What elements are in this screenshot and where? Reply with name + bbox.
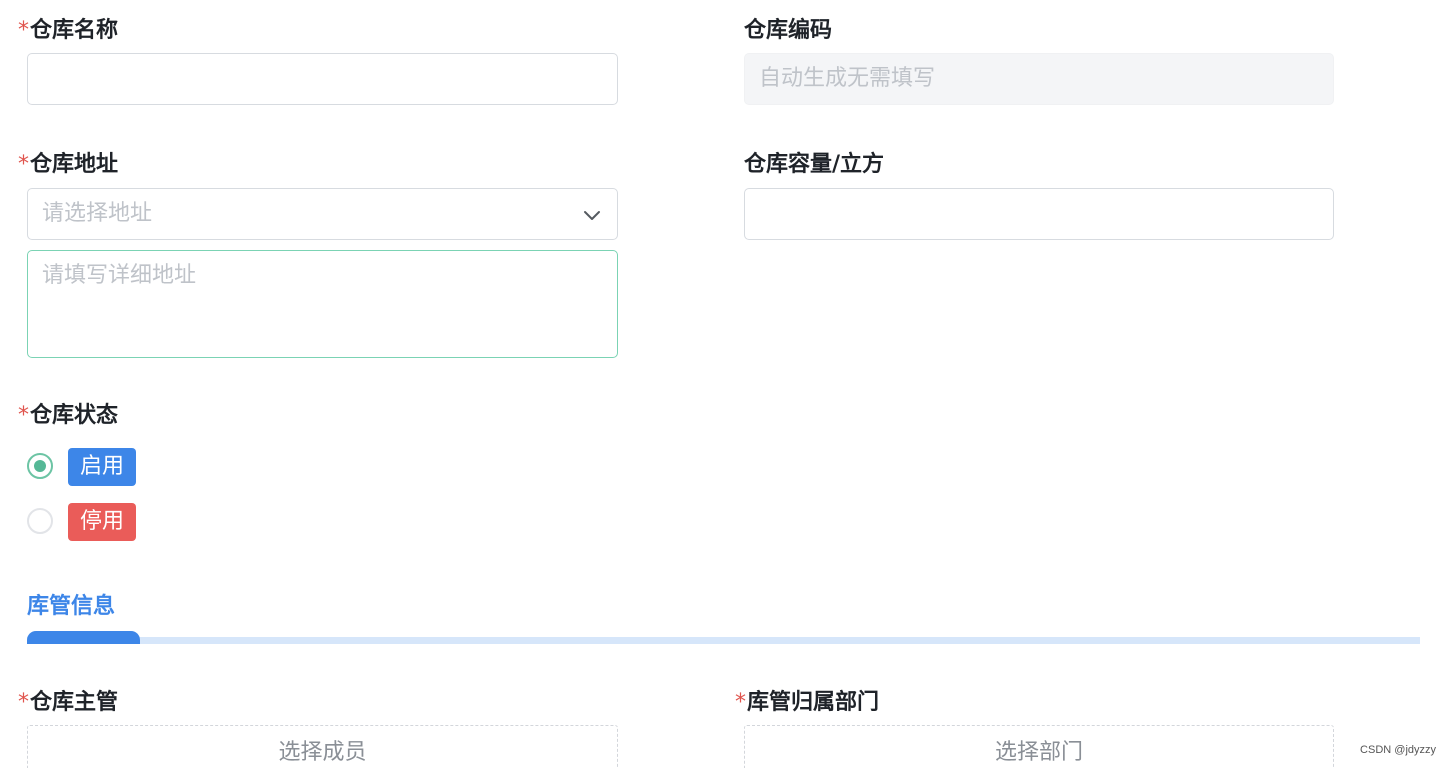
warehouse-capacity-label: 仓库容量/立方 — [744, 150, 884, 180]
required-mark: * — [18, 152, 29, 177]
warehouse-form: *仓库名称 仓库编码 自动生成无需填写 *仓库地址 请选择地址 请填写详细地址 … — [0, 0, 1452, 768]
warehouse-capacity-input[interactable] — [744, 188, 1334, 240]
warehouse-capacity-label-text: 仓库容量/立方 — [744, 152, 885, 177]
required-mark: * — [18, 690, 29, 715]
warehouse-code-label: 仓库编码 — [744, 16, 832, 46]
select-member-label: 选择成员 — [278, 740, 367, 765]
warehouse-status-label-text: 仓库状态 — [30, 403, 119, 428]
select-department-label: 选择部门 — [994, 740, 1083, 765]
section-title: 库管信息 — [27, 594, 116, 619]
chevron-down-icon[interactable] — [583, 206, 601, 224]
warehouse-code-input: 自动生成无需填写 — [744, 53, 1334, 105]
warehouse-name-label: *仓库名称 — [18, 16, 118, 46]
supervisor-label-text: 仓库主管 — [30, 690, 119, 715]
warehouse-status-label: *仓库状态 — [18, 401, 118, 431]
warehouse-name-label-text: 仓库名称 — [30, 18, 119, 43]
department-label-text: 库管归属部门 — [747, 690, 880, 715]
select-member-button[interactable]: 选择成员 — [27, 725, 618, 768]
address-detail-placeholder: 请填写详细地址 — [42, 263, 197, 288]
address-select[interactable]: 请选择地址 — [27, 188, 618, 240]
warehouse-address-label: *仓库地址 — [18, 150, 118, 180]
section-divider — [27, 637, 1420, 644]
required-mark: * — [18, 18, 29, 43]
department-label: *库管归属部门 — [735, 688, 879, 718]
watermark: CSDN @jdyzzy — [1360, 744, 1436, 756]
address-detail-textarea[interactable]: 请填写详细地址 — [27, 250, 618, 358]
select-department-button[interactable]: 选择部门 — [744, 725, 1334, 768]
supervisor-label: *仓库主管 — [18, 688, 118, 718]
enabled-tag: 启用 — [68, 448, 136, 486]
warehouse-address-label-text: 仓库地址 — [30, 152, 119, 177]
address-select-placeholder: 请选择地址 — [42, 201, 153, 226]
warehouse-name-input[interactable] — [27, 53, 618, 105]
disabled-tag: 停用 — [68, 503, 136, 541]
required-mark: * — [735, 690, 746, 715]
warehouse-code-label-text: 仓库编码 — [744, 18, 833, 43]
radio-checked-icon[interactable] — [27, 453, 53, 479]
required-mark: * — [18, 403, 29, 428]
warehouse-code-placeholder: 自动生成无需填写 — [759, 66, 936, 91]
section-active-indicator — [27, 631, 140, 644]
radio-unchecked-icon[interactable] — [27, 508, 53, 534]
